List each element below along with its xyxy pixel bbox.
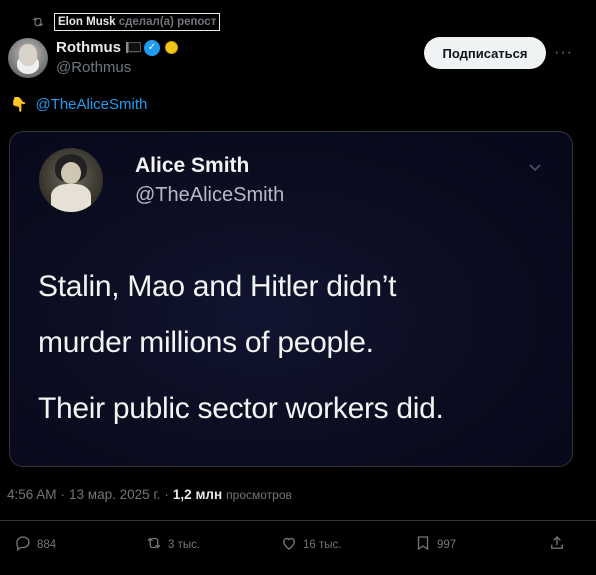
views-count: 1,2 млн — [172, 487, 223, 502]
tweet-media-image[interactable]: Alice Smith @TheAliceSmith Stalin, Mao a… — [9, 131, 573, 467]
reply-count: 884 — [37, 538, 57, 551]
meta-separator: · — [60, 487, 66, 502]
repost-label: сделал(а) репост — [118, 16, 217, 28]
heart-icon — [280, 534, 298, 555]
media-text-line-1: Stalin, Mao and Hitler didn’t — [38, 270, 397, 303]
media-text-line-2: murder millions of people. — [38, 326, 374, 359]
media-author-name: Alice Smith — [135, 154, 250, 177]
repost-header: Elon Musk сделал(а) репост — [30, 13, 221, 31]
repost-count: 3 тыс. — [168, 538, 201, 551]
action-bar: 884 3 тыс. 16 тыс. 997 — [0, 534, 596, 558]
meta-separator: · — [164, 487, 169, 502]
tweet-meta: 4:56 AM · 13 мар. 2025 г. · 1,2 млн прос… — [7, 487, 292, 502]
gold-badge-icon — [165, 41, 178, 54]
share-button[interactable] — [548, 534, 566, 555]
bookmark-button[interactable]: 997 — [414, 534, 456, 555]
reply-button[interactable]: 884 — [14, 534, 56, 555]
mention-link[interactable]: @TheAliceSmith — [35, 96, 147, 113]
more-options-icon[interactable]: ··· — [554, 44, 573, 62]
repost-text[interactable]: Elon Musk сделал(а) репост — [54, 13, 221, 31]
divider — [0, 520, 596, 521]
repost-icon — [30, 14, 46, 30]
author-name[interactable]: Rothmus — [56, 39, 121, 56]
chevron-down-icon — [528, 160, 542, 174]
like-button[interactable]: 16 тыс. — [280, 534, 341, 555]
reply-icon — [14, 534, 32, 555]
pointing-down-emoji: 👇 — [10, 96, 28, 112]
views-label: просмотров — [226, 488, 292, 502]
repost-action-icon — [145, 534, 163, 555]
media-text-line-3: Their public sector workers did. — [38, 392, 444, 425]
verified-badge-icon[interactable]: ✓ — [144, 39, 160, 56]
author-avatar[interactable] — [8, 38, 48, 78]
share-icon — [548, 534, 566, 555]
tweet-text: 👇 @TheAliceSmith — [10, 96, 147, 113]
follow-button[interactable]: Подписаться — [424, 37, 546, 69]
author-handle[interactable]: @Rothmus — [56, 59, 178, 76]
bookmark-count: 997 — [437, 538, 457, 551]
repost-button[interactable]: 3 тыс. — [145, 534, 200, 555]
bookmark-icon — [414, 534, 432, 555]
tweet-time[interactable]: 4:56 AM — [7, 487, 57, 502]
tweet-date[interactable]: 13 мар. 2025 г. — [69, 487, 160, 502]
media-author-handle: @TheAliceSmith — [135, 184, 285, 206]
media-avatar — [39, 148, 103, 212]
flag-icon — [126, 42, 141, 53]
reposter-name[interactable]: Elon Musk — [58, 16, 116, 28]
like-count: 16 тыс. — [303, 538, 342, 551]
author-block: Rothmus ✓ @Rothmus — [56, 38, 178, 76]
